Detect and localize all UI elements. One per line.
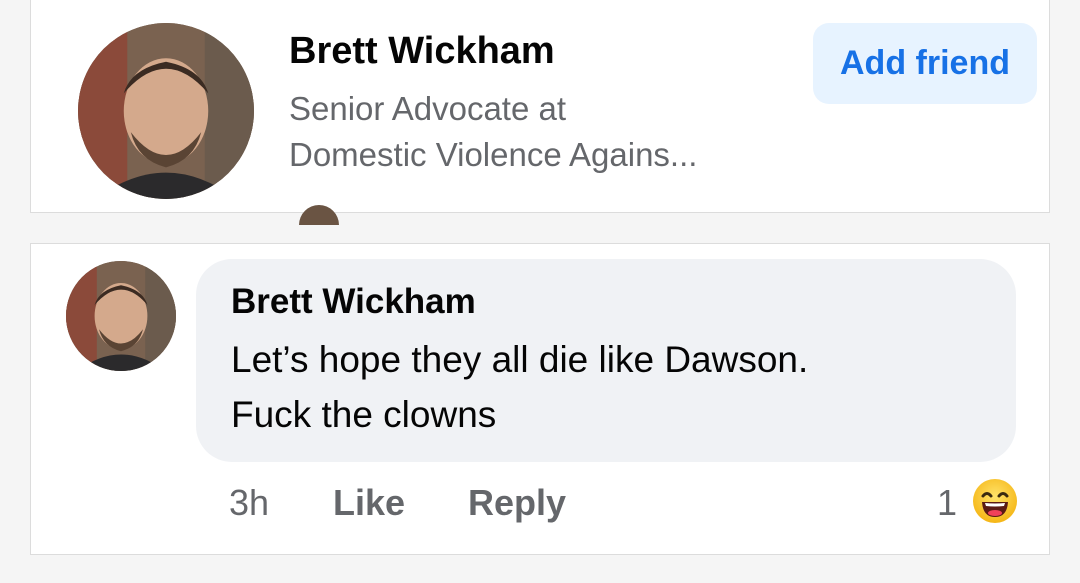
- commenter-photo-icon: [66, 261, 176, 371]
- profile-name[interactable]: Brett Wickham: [289, 30, 555, 73]
- profile-subtitle-line1: Senior Advocate at: [289, 90, 567, 127]
- comment-text-line2: Fuck the clowns: [231, 394, 497, 435]
- comment-card: Brett Wickham Let’s hope they all die li…: [30, 243, 1050, 555]
- partial-avatar: [299, 205, 339, 225]
- comment-bubble: Brett Wickham Let’s hope they all die li…: [196, 259, 1016, 462]
- comment-timestamp[interactable]: 3h: [229, 482, 269, 524]
- laughing-emoji-icon[interactable]: [971, 477, 1019, 525]
- profile-avatar[interactable]: [78, 23, 254, 199]
- reaction-count[interactable]: 1: [937, 482, 957, 524]
- like-button[interactable]: Like: [333, 482, 405, 524]
- profile-card: Brett Wickham Senior Advocate at Domesti…: [30, 0, 1050, 225]
- comment-text-line1: Let’s hope they all die like Dawson.: [231, 339, 809, 380]
- reply-button[interactable]: Reply: [468, 482, 566, 524]
- comment-author[interactable]: Brett Wickham: [231, 282, 476, 322]
- profile-subtitle-line2: Domestic Violence Agains...: [289, 136, 698, 173]
- add-friend-button[interactable]: Add friend: [813, 23, 1037, 104]
- profile-photo-icon: [78, 23, 254, 199]
- comment-avatar[interactable]: [66, 261, 176, 371]
